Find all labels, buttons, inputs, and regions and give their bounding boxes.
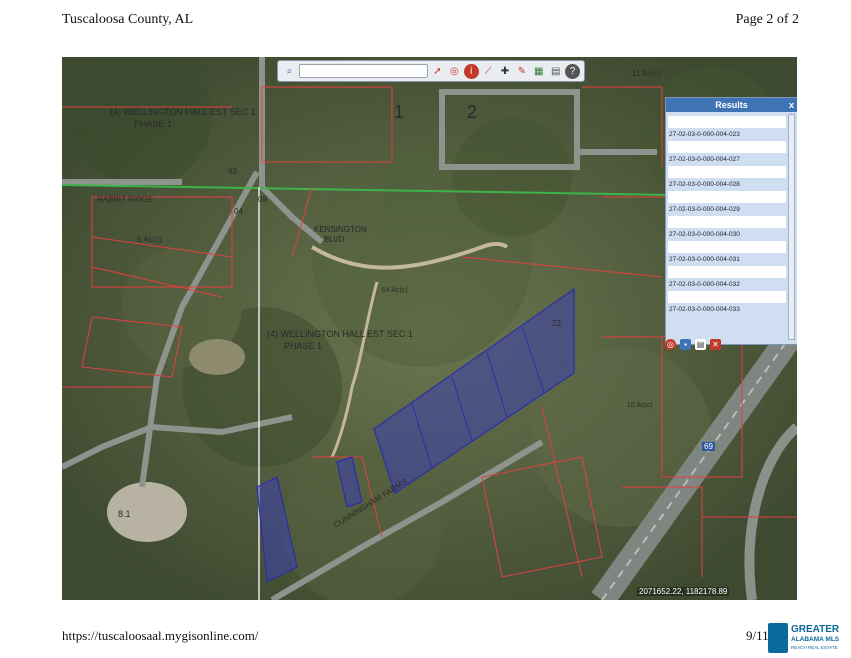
close-icon[interactable]: x	[789, 98, 794, 112]
header-page-number: Page 2 of 2	[735, 12, 799, 27]
list-item[interactable]: 27-02-03-0-000-004-032	[668, 280, 786, 289]
layers-icon[interactable]: ▦	[531, 64, 546, 79]
save-icon[interactable]: ▪	[680, 339, 691, 350]
search-input[interactable]	[298, 64, 428, 78]
greater-alabama-mls-logo: GREATER ALABAMA MLS REACH REAL ESTATE	[765, 620, 851, 658]
label-kensington: KENSINGTON	[314, 225, 367, 234]
label-num-04: 04	[234, 207, 243, 216]
print-icon[interactable]: ▤	[548, 64, 563, 79]
label-acreage-mid: 64 Ac(c)	[382, 287, 408, 294]
results-list: 27-02-03-0-000-004-023 27-02-03-0-000-00…	[668, 114, 786, 314]
label-acreage-left: 5 Ac(c)	[137, 235, 162, 244]
list-item-blank[interactable]	[668, 191, 786, 203]
list-item-blank[interactable]	[668, 141, 786, 153]
label-route: 69	[702, 442, 715, 451]
label-num-22: 22	[552, 319, 561, 328]
label-lot-2: 2	[467, 102, 478, 122]
map-toolbar: ⌕ ➚ ◎ i ⟋ ✚ ✎ ▦ ▤ ?	[277, 60, 585, 82]
export-icon[interactable]: ▤	[695, 339, 706, 350]
list-item[interactable]: 27-02-03-0-000-004-029	[668, 205, 786, 214]
id-icon[interactable]: i	[463, 63, 479, 79]
draw-icon[interactable]: ✎	[514, 64, 529, 79]
results-toolbar: ◎ ▪ ▤ ✕	[665, 339, 721, 350]
zoom-icon[interactable]: ◎	[665, 339, 676, 350]
results-panel: Results x 27-02-03-0-000-004-023 27-02-0…	[665, 97, 797, 345]
list-item[interactable]: 27-02-03-0-000-004-033	[668, 305, 786, 314]
label-num-8-1: 8.1	[118, 509, 131, 519]
footer-url: https://tuscaloosaal.mygisonline.com/	[62, 628, 259, 643]
list-item[interactable]: 27-02-03-0-000-004-027	[668, 155, 786, 164]
logo-mark-icon	[768, 623, 788, 653]
coordinate-readout: 2071652.22, 1182178.89	[637, 587, 730, 596]
label-num-93: 93	[228, 167, 237, 176]
list-item-blank[interactable]	[668, 291, 786, 303]
label-subdivision-top: (4) WELLINGTON HALL EST SEC 1	[110, 107, 256, 117]
search-icon[interactable]: ⌕	[282, 64, 297, 79]
pointer-icon[interactable]: ➚	[430, 64, 445, 79]
label-phase-mid: PHASE 1	[284, 341, 323, 351]
list-item-blank[interactable]	[668, 266, 786, 278]
list-item[interactable]: 27-02-03-0-000-004-023	[668, 130, 786, 139]
logo-text-line2: ALABAMA MLS	[791, 636, 840, 643]
results-scrollbar[interactable]	[788, 114, 795, 340]
logo-text-line1: GREATER	[791, 624, 840, 635]
label-subdivision-mid: (4) WELLINGTON HALL EST SEC 1	[267, 329, 413, 339]
label-phase-top: PHASE 1	[134, 119, 173, 129]
list-item-blank[interactable]	[668, 216, 786, 228]
list-item-blank[interactable]	[668, 116, 786, 128]
label-blvd: BLVD	[324, 235, 345, 244]
label-num-09: 09	[258, 195, 267, 204]
measure-icon[interactable]: ⟋	[481, 64, 496, 79]
aerial-map[interactable]: ⌕ ➚ ◎ i ⟋ ✚ ✎ ▦ ▤ ? (4) WELLINGTON HALL …	[62, 57, 797, 600]
results-title-text: Results	[715, 100, 748, 110]
xy-icon[interactable]: ✚	[498, 64, 513, 79]
label-lot-1: 1	[394, 102, 405, 122]
label-rabbit-ridge: RABBIT RIDGE	[97, 195, 154, 204]
label-acreage-right: 10 Ac(c)	[627, 402, 653, 409]
label-acreage-top-right: 11 Ac(c)	[632, 69, 661, 78]
results-title: Results x	[666, 98, 797, 112]
logo-text-line3: REACH REAL ESTATE	[791, 645, 838, 650]
list-item-blank[interactable]	[668, 166, 786, 178]
list-item-blank[interactable]	[668, 241, 786, 253]
header-county: Tuscaloosa County, AL	[62, 12, 194, 27]
list-item[interactable]: 27-02-03-0-000-004-031	[668, 255, 786, 264]
help-icon[interactable]: ?	[565, 63, 580, 79]
list-item[interactable]: 27-02-03-0-000-004-030	[668, 230, 786, 239]
list-item[interactable]: 27-02-03-0-000-004-028	[668, 180, 786, 189]
identify-icon[interactable]: ◎	[447, 64, 462, 79]
clear-icon[interactable]: ✕	[710, 339, 721, 350]
